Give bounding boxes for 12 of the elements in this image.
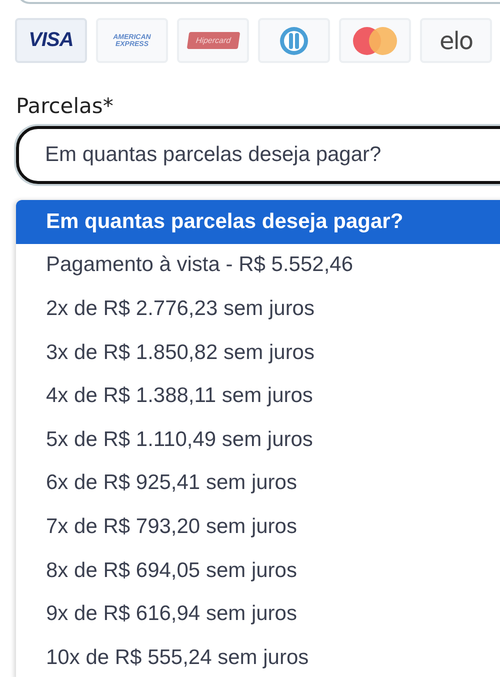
visa-logo: VISA: [28, 29, 74, 52]
dropdown-option[interactable]: Pagamento à vista - R$ 5.552,46: [16, 244, 500, 288]
card-brand-button[interactable]: [258, 18, 330, 63]
card-brand-button[interactable]: [339, 18, 411, 63]
mastercard-logo: [352, 26, 398, 56]
card-brand-button[interactable]: VISA: [15, 18, 87, 63]
card-brand-button[interactable]: elo: [420, 18, 492, 63]
dropdown-option[interactable]: Em quantas parcelas deseja pagar?: [16, 200, 500, 244]
elo-logo: elo: [439, 26, 473, 54]
field-label: Parcelas*: [16, 94, 114, 118]
hipercard-logo: Hipercard: [186, 32, 240, 49]
installments-select[interactable]: Em quantas parcelas deseja pagar?: [16, 126, 500, 184]
